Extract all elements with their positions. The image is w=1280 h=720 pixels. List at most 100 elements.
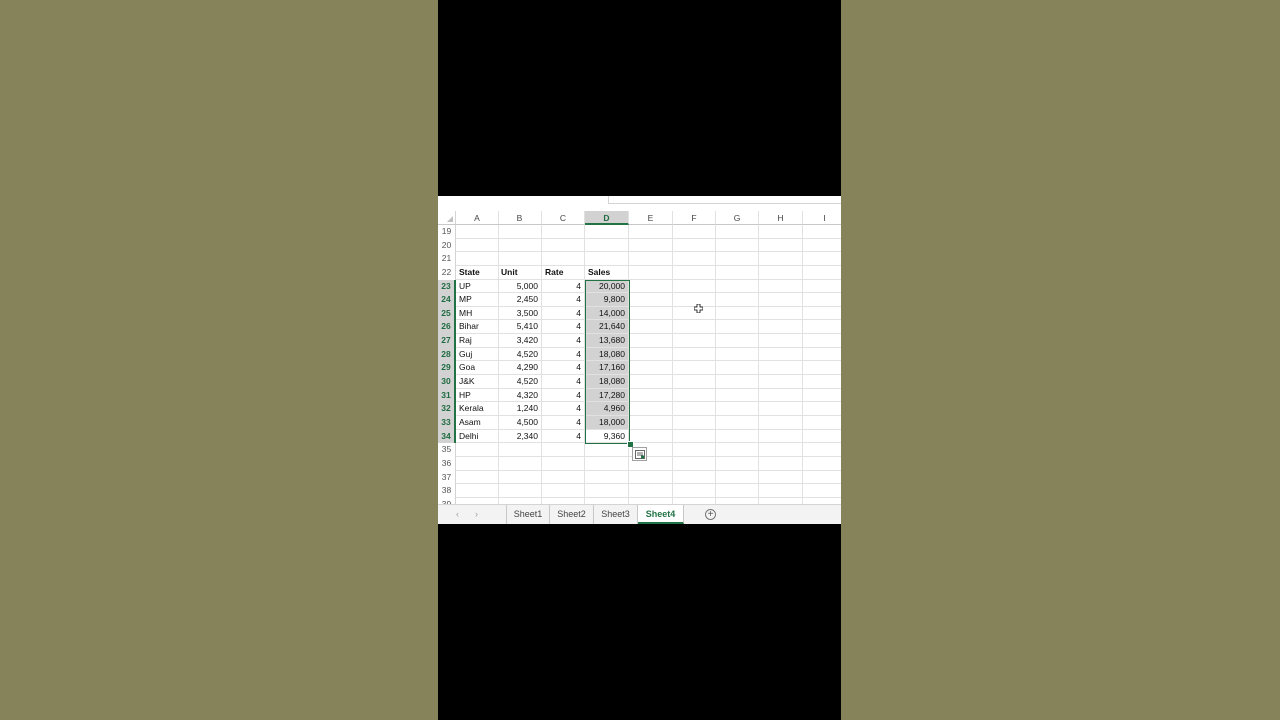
grid-cell[interactable] — [629, 334, 673, 348]
grid-cell[interactable] — [498, 252, 542, 266]
grid-cell[interactable] — [585, 470, 629, 485]
row-header[interactable]: 33 — [438, 415, 456, 430]
state-cell[interactable]: Asam — [456, 415, 499, 430]
sales-cell[interactable]: 20,000 — [585, 279, 629, 294]
row-header[interactable]: 25 — [438, 306, 456, 321]
grid-cell[interactable] — [585, 443, 629, 457]
grid-cell[interactable] — [759, 456, 803, 471]
rate-cell[interactable]: 4 — [542, 320, 585, 335]
row-header[interactable]: 38 — [438, 484, 456, 498]
column-header-g[interactable]: G — [716, 211, 759, 225]
grid-cell[interactable] — [673, 347, 716, 362]
grid-cell[interactable] — [803, 225, 841, 239]
plus-circle-icon[interactable]: + — [705, 509, 716, 520]
grid-cell[interactable] — [673, 265, 716, 280]
grid-cell[interactable] — [629, 293, 673, 307]
row-header[interactable]: 20 — [438, 238, 456, 253]
state-cell[interactable]: Kerala — [456, 402, 499, 416]
grid-cell[interactable] — [803, 320, 841, 335]
header-cell-sales[interactable]: Sales — [585, 265, 629, 280]
column-header-f[interactable]: F — [673, 211, 716, 225]
sales-cell[interactable]: 18,080 — [585, 375, 629, 389]
row-header[interactable]: 19 — [438, 225, 456, 239]
grid-cell[interactable] — [629, 388, 673, 403]
state-cell[interactable]: HP — [456, 388, 499, 403]
grid-cell[interactable] — [542, 470, 585, 485]
column-header-i[interactable]: I — [803, 211, 841, 225]
grid-cell[interactable] — [629, 306, 673, 321]
grid-cell[interactable] — [673, 225, 716, 239]
grid-cell[interactable] — [716, 293, 759, 307]
row-header[interactable]: 34 — [438, 429, 456, 444]
grid-cell[interactable] — [542, 225, 585, 239]
grid-cell[interactable] — [629, 402, 673, 416]
row-header[interactable]: 37 — [438, 470, 456, 485]
column-header-a[interactable]: A — [456, 211, 499, 225]
rate-cell[interactable]: 4 — [542, 279, 585, 294]
grid-cell[interactable] — [803, 457, 841, 471]
select-all-corner[interactable] — [438, 211, 456, 225]
row-header[interactable]: 35 — [438, 443, 456, 457]
header-cell-rate[interactable]: Rate — [542, 265, 585, 280]
unit-cell[interactable]: 1,240 — [498, 402, 542, 416]
grid-cell[interactable] — [542, 484, 585, 498]
rate-cell[interactable]: 4 — [542, 306, 585, 321]
grid-cell[interactable] — [803, 252, 841, 266]
state-cell[interactable]: Delhi — [456, 429, 499, 444]
grid-cell[interactable] — [673, 320, 716, 335]
grid-cell[interactable] — [759, 293, 803, 307]
grid-cell[interactable] — [498, 470, 542, 485]
header-cell-unit[interactable]: Unit — [498, 265, 542, 280]
grid-cell[interactable] — [498, 484, 542, 498]
unit-cell[interactable]: 2,340 — [498, 429, 542, 444]
grid-cell[interactable] — [456, 456, 499, 471]
grid-cell[interactable] — [716, 361, 759, 376]
rate-cell[interactable]: 4 — [542, 334, 585, 348]
grid-cell[interactable] — [759, 484, 803, 498]
grid-cell[interactable] — [716, 306, 759, 321]
row-header[interactable]: 22 — [438, 265, 456, 280]
grid-cell[interactable] — [673, 361, 716, 376]
sales-cell[interactable]: 4,960 — [585, 402, 629, 416]
column-header-b[interactable]: B — [498, 211, 542, 225]
grid-cell[interactable] — [803, 471, 841, 485]
row-header[interactable]: 32 — [438, 402, 456, 416]
unit-cell[interactable]: 2,450 — [498, 293, 542, 307]
sales-cell[interactable]: 17,160 — [585, 361, 629, 376]
grid-cell[interactable] — [716, 415, 759, 430]
grid-cell[interactable] — [803, 416, 841, 430]
rate-cell[interactable]: 4 — [542, 375, 585, 389]
sales-cell[interactable]: 14,000 — [585, 306, 629, 321]
rate-cell[interactable]: 4 — [542, 402, 585, 416]
grid-cell[interactable] — [456, 470, 499, 485]
grid-cell[interactable] — [716, 456, 759, 471]
tab-sheet4[interactable]: Sheet4 — [638, 505, 684, 524]
sales-cell[interactable]: 17,280 — [585, 388, 629, 403]
grid-cell[interactable] — [716, 484, 759, 498]
grid-cell[interactable] — [629, 265, 673, 280]
grid-cell[interactable] — [716, 347, 759, 362]
grid-cell[interactable] — [629, 320, 673, 335]
grid-cell[interactable] — [585, 456, 629, 471]
grid-cell[interactable] — [716, 252, 759, 266]
grid-cell[interactable] — [585, 225, 629, 239]
grid-cell[interactable] — [456, 443, 499, 457]
grid-cell[interactable] — [759, 320, 803, 335]
grid-cell[interactable] — [803, 361, 841, 376]
unit-cell[interactable]: 4,500 — [498, 415, 542, 430]
grid-cell[interactable] — [716, 443, 759, 457]
sales-cell[interactable]: 9,360 — [585, 429, 629, 444]
column-header-e[interactable]: E — [629, 211, 673, 225]
sales-cell[interactable]: 21,640 — [585, 320, 629, 335]
grid-cell[interactable] — [629, 415, 673, 430]
grid-cell[interactable] — [673, 238, 716, 253]
grid-cell[interactable] — [716, 388, 759, 403]
grid-cell[interactable] — [716, 320, 759, 335]
grid-cell[interactable] — [498, 225, 542, 239]
row-header[interactable]: 29 — [438, 361, 456, 376]
grid-cell[interactable] — [716, 238, 759, 253]
grid-cell[interactable] — [673, 334, 716, 348]
row-header[interactable]: 30 — [438, 375, 456, 389]
grid-cell[interactable] — [716, 334, 759, 348]
grid-cell[interactable] — [803, 334, 841, 348]
